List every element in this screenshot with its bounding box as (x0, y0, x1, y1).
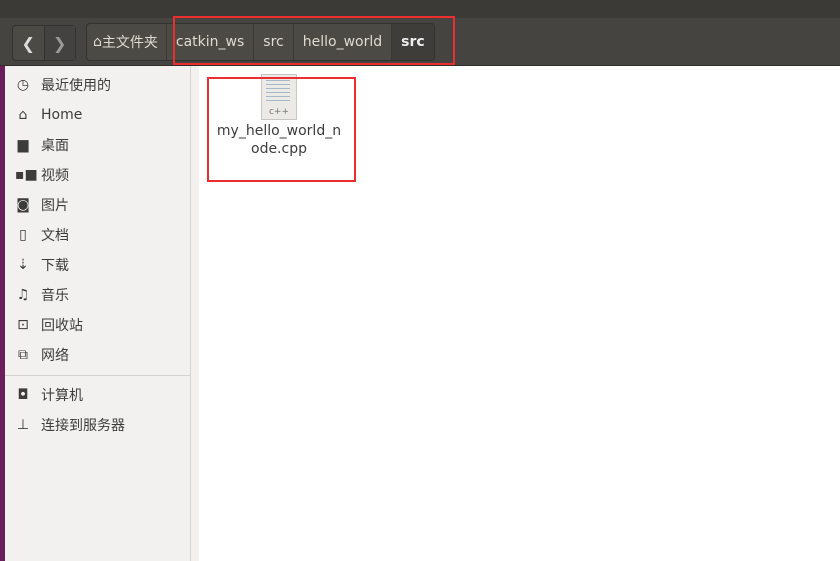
sidebar-item-label: 最近使用的 (41, 78, 111, 94)
computer-icon: ◘ (17, 387, 29, 403)
breadcrumb-label: 主文件夹 (101, 35, 158, 51)
home-icon: ⌂ (18, 107, 28, 123)
trash-icon: ⊡ (17, 317, 29, 333)
sidebar-item-label: Home (41, 107, 83, 123)
sidebar-item-computer[interactable]: ◘ 计算机 (5, 380, 190, 410)
sidebar-resize-handle[interactable] (191, 66, 199, 561)
sidebar: ◷ 最近使用的 ⌂ Home ▆ 桌面 ▪■ 视频 ◙ 图片 ▯ 文档 ⇣ 下载 ♫ 音乐 ⊡ 回… (5, 66, 191, 561)
clock-icon: ◷ (16, 77, 30, 93)
navigation-buttons: ❮ ❯ (12, 25, 76, 61)
sidebar-item-pictures[interactable]: ◙ 图片 (5, 190, 190, 220)
sidebar-item-documents[interactable]: ▯ 文档 (5, 220, 190, 250)
network-icon: ⧉ (18, 347, 28, 363)
server-icon: ⊥ (16, 417, 30, 433)
sidebar-item-label: 文档 (41, 228, 69, 244)
forward-button[interactable]: ❯ (44, 26, 75, 60)
music-icon: ♫ (16, 287, 30, 303)
sidebar-item-connect-server[interactable]: ⊥ 连接到服务器 (5, 410, 190, 440)
highlight-box-breadcrumb (173, 16, 455, 65)
sidebar-item-recent[interactable]: ◷ 最近使用的 (5, 70, 190, 100)
sidebar-item-label: 图片 (41, 198, 69, 214)
back-button[interactable]: ❮ (13, 26, 45, 60)
sidebar-item-label: 连接到服务器 (41, 418, 125, 434)
sidebar-divider (5, 375, 190, 376)
highlight-box-file (207, 77, 356, 182)
video-icon: ▪■ (15, 167, 38, 183)
sidebar-item-music[interactable]: ♫ 音乐 (5, 280, 190, 310)
sidebar-item-label: 回收站 (41, 318, 83, 334)
sidebar-item-trash[interactable]: ⊡ 回收站 (5, 310, 190, 340)
sidebar-item-home[interactable]: ⌂ Home (5, 100, 190, 130)
download-icon: ⇣ (17, 257, 29, 273)
chevron-left-icon: ❮ (21, 33, 35, 53)
sidebar-item-label: 下载 (41, 258, 69, 274)
sidebar-item-label: 桌面 (41, 138, 69, 154)
sidebar-item-downloads[interactable]: ⇣ 下载 (5, 250, 190, 280)
sidebar-item-label: 计算机 (41, 388, 83, 404)
chevron-right-icon: ❯ (53, 33, 67, 53)
sidebar-item-label: 音乐 (41, 288, 69, 304)
home-icon: ⌂ (93, 34, 102, 50)
folder-icon: ▆ (17, 137, 29, 153)
sidebar-item-label: 网络 (41, 348, 69, 364)
sidebar-item-label: 视频 (41, 168, 69, 184)
document-icon: ▯ (19, 227, 27, 243)
sidebar-item-network[interactable]: ⧉ 网络 (5, 340, 190, 370)
sidebar-item-videos[interactable]: ▪■ 视频 (5, 160, 190, 190)
breadcrumb-home[interactable]: ⌂ 主文件夹 (87, 24, 167, 60)
camera-icon: ◙ (16, 197, 30, 213)
sidebar-item-desktop[interactable]: ▆ 桌面 (5, 130, 190, 160)
